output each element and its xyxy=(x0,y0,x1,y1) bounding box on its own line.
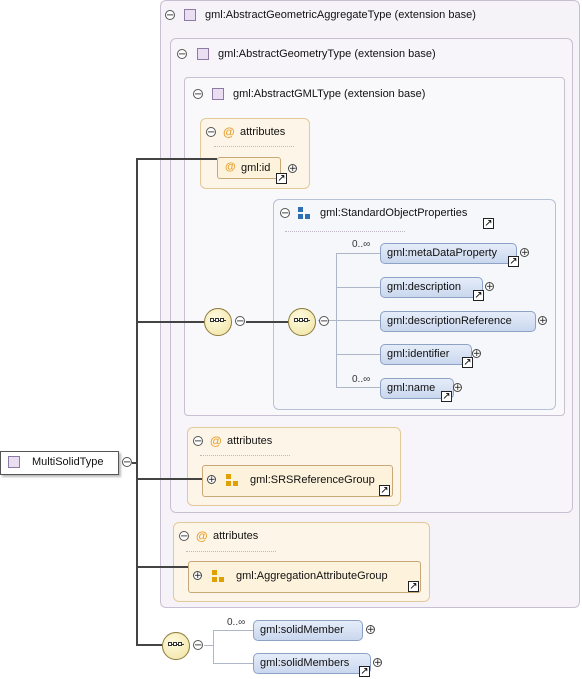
collapse-toggle[interactable]: − xyxy=(122,457,132,468)
connector-line xyxy=(336,387,380,388)
expand-icon[interactable]: + xyxy=(520,248,529,258)
expand-icon[interactable]: + xyxy=(193,571,202,581)
multiplicity-label: 0..∞ xyxy=(227,617,246,628)
complex-type-icon xyxy=(212,88,224,100)
link-icon[interactable]: ↗ xyxy=(441,391,452,402)
element-solid-members[interactable]: gml:solidMembers xyxy=(253,653,371,674)
attributes-label: attributes xyxy=(240,126,286,138)
collapse-toggle[interactable]: − xyxy=(193,89,203,100)
connector-line xyxy=(136,566,188,568)
separator xyxy=(186,551,276,552)
attribute-group-icon xyxy=(212,570,224,582)
multiplicity-label: 0..∞ xyxy=(352,239,371,250)
extension-label: gml:AbstractGMLType (extension base) xyxy=(233,88,426,100)
link-icon[interactable]: ↗ xyxy=(508,256,519,267)
link-icon[interactable]: ↗ xyxy=(359,666,370,677)
connector-line xyxy=(136,158,217,160)
link-icon[interactable]: ↗ xyxy=(462,357,473,368)
connector-line xyxy=(213,663,253,664)
collapse-toggle[interactable]: − xyxy=(319,316,329,327)
attribute-group-label: gml:SRSReferenceGroup xyxy=(250,474,375,486)
attributes-label: attributes xyxy=(227,435,273,447)
expand-icon[interactable]: + xyxy=(538,316,547,326)
link-icon[interactable]: ↗ xyxy=(483,218,494,229)
attribute-icon: @ xyxy=(210,434,222,448)
separator xyxy=(200,455,290,456)
complex-type-icon xyxy=(184,9,196,21)
link-icon[interactable]: ↗ xyxy=(473,290,484,301)
connector-line xyxy=(136,158,138,645)
element-description[interactable]: gml:description xyxy=(380,277,483,298)
connector-line xyxy=(204,645,213,646)
expand-icon[interactable]: + xyxy=(453,383,462,393)
collapse-toggle[interactable]: − xyxy=(177,49,187,60)
element-solid-member[interactable]: gml:solidMember xyxy=(253,620,363,641)
collapse-toggle[interactable]: − xyxy=(179,531,189,542)
extension-label: gml:AbstractGeometryType (extension base… xyxy=(218,48,436,60)
expand-icon[interactable]: + xyxy=(472,349,481,359)
element-identifier[interactable]: gml:identifier xyxy=(380,344,472,365)
attribute-group-icon xyxy=(226,474,238,486)
collapse-toggle[interactable]: − xyxy=(193,436,203,447)
collapse-toggle[interactable]: − xyxy=(165,10,175,21)
connector-line xyxy=(136,644,162,646)
element-meta-data-property[interactable]: gml:metaDataProperty xyxy=(380,243,517,264)
connector-line xyxy=(336,253,380,254)
attribute-group-label: gml:AggregationAttributeGroup xyxy=(236,570,388,582)
link-icon[interactable]: ↗ xyxy=(408,581,419,592)
group-label: gml:StandardObjectProperties xyxy=(320,207,468,219)
separator xyxy=(285,231,405,232)
connector-line xyxy=(336,354,380,355)
connector-line xyxy=(213,630,253,631)
separator xyxy=(214,146,294,147)
element-description-reference[interactable]: gml:descriptionReference xyxy=(380,311,536,332)
complex-type-icon xyxy=(8,456,20,468)
attributes-label: attributes xyxy=(213,530,259,542)
group-icon xyxy=(298,207,310,219)
connector-line xyxy=(336,320,380,321)
multiplicity-label: 0..∞ xyxy=(352,374,371,385)
collapse-toggle[interactable]: − xyxy=(206,127,216,138)
link-icon[interactable]: ↗ xyxy=(379,485,390,496)
attribute-icon: @ xyxy=(225,161,236,173)
choice-icon xyxy=(167,637,185,655)
expand-icon[interactable]: + xyxy=(485,282,494,292)
connector-line xyxy=(213,630,214,663)
link-icon[interactable]: ↗ xyxy=(276,173,287,184)
sequence-icon xyxy=(209,313,227,331)
complex-type-icon xyxy=(197,48,209,60)
connector-line xyxy=(336,287,380,288)
expand-icon[interactable]: + xyxy=(207,475,216,485)
sequence-icon xyxy=(293,313,311,331)
attribute-icon: @ xyxy=(196,529,208,543)
attribute-label: gml:id xyxy=(241,162,271,174)
expand-icon[interactable]: + xyxy=(373,658,382,668)
extension-label: gml:AbstractGeometricAggregateType (exte… xyxy=(205,9,476,21)
collapse-toggle[interactable]: − xyxy=(193,640,203,651)
connector-line xyxy=(136,478,202,480)
expand-icon[interactable]: + xyxy=(366,625,375,635)
collapse-toggle[interactable]: − xyxy=(280,208,290,219)
collapse-toggle[interactable]: − xyxy=(235,316,245,327)
attribute-icon: @ xyxy=(223,125,235,139)
connector-line xyxy=(136,321,204,323)
expand-icon[interactable]: + xyxy=(288,164,297,174)
connector-line xyxy=(246,321,288,323)
root-type-label: MultiSolidType xyxy=(32,456,104,468)
